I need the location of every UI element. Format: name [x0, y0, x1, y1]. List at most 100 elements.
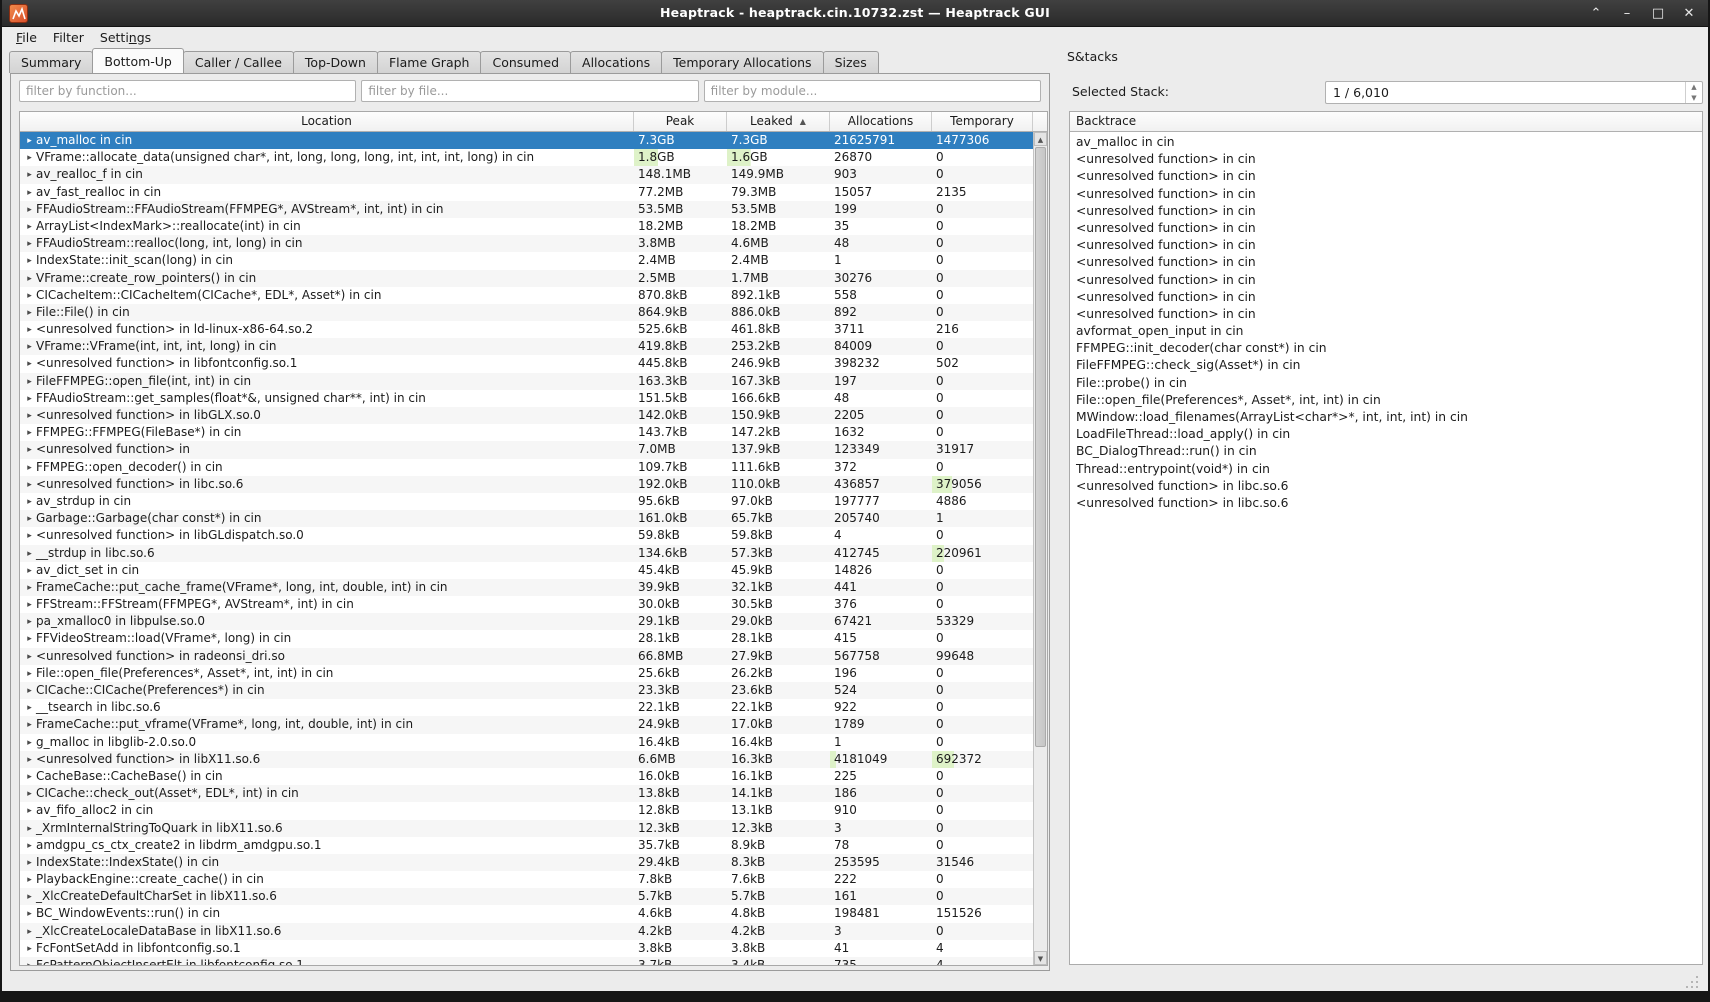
table-row[interactable]: ▸__strdup in libc.so.6134.6kB57.3kB41274…	[20, 545, 1033, 562]
table-row[interactable]: ▸<unresolved function> in libfontconfig.…	[20, 355, 1033, 372]
table-row[interactable]: ▸av_malloc in cin7.3GB7.3GB2162579114773…	[20, 132, 1033, 149]
table-row[interactable]: ▸FFMPEG::FFMPEG(FileBase*) in cin143.7kB…	[20, 424, 1033, 441]
column-header-leaked[interactable]: Leaked▲	[727, 112, 830, 131]
backtrace-frame[interactable]: <unresolved function> in cin	[1070, 272, 1702, 289]
expand-arrow-icon[interactable]: ▸	[23, 511, 36, 527]
table-row[interactable]: ▸Garbage::Garbage(char const*) in cin161…	[20, 510, 1033, 527]
table-row[interactable]: ▸<unresolved function> in libc.so.6192.0…	[20, 476, 1033, 493]
table-row[interactable]: ▸File::File() in cin864.9kB886.0kB8920	[20, 304, 1033, 321]
backtrace-frame[interactable]: <unresolved function> in cin	[1070, 254, 1702, 271]
backtrace-frame[interactable]: File::open_file(Preferences*, Asset*, in…	[1070, 392, 1702, 409]
table-row[interactable]: ▸VFrame::allocate_data(unsigned char*, i…	[20, 149, 1033, 166]
expand-arrow-icon[interactable]: ▸	[23, 580, 36, 596]
tab-top-down[interactable]: Top-Down	[293, 51, 378, 73]
table-row[interactable]: ▸FrameCache::put_cache_frame(VFrame*, lo…	[20, 579, 1033, 596]
table-row[interactable]: ▸_XlcCreateLocaleDataBase in libX11.so.6…	[20, 923, 1033, 940]
expand-arrow-icon[interactable]: ▸	[23, 185, 36, 201]
backtrace-frame[interactable]: <unresolved function> in cin	[1070, 237, 1702, 254]
tab-consumed[interactable]: Consumed	[480, 51, 571, 73]
expand-arrow-icon[interactable]: ▸	[23, 855, 36, 871]
minimize-button[interactable]: –	[1616, 4, 1638, 24]
backtrace-frame[interactable]: <unresolved function> in cin	[1070, 151, 1702, 168]
tab-summary[interactable]: Summary	[9, 51, 93, 73]
expand-arrow-icon[interactable]: ▸	[23, 752, 36, 768]
expand-arrow-icon[interactable]: ▸	[23, 717, 36, 733]
backtrace-frame[interactable]: <unresolved function> in cin	[1070, 220, 1702, 237]
expand-arrow-icon[interactable]: ▸	[23, 305, 36, 321]
expand-arrow-icon[interactable]: ▸	[23, 460, 36, 476]
table-row[interactable]: ▸<unresolved function> in libGLX.so.0142…	[20, 407, 1033, 424]
backtrace-frame[interactable]: <unresolved function> in libc.so.6	[1070, 478, 1702, 495]
table-row[interactable]: ▸av_fifo_alloc2 in cin12.8kB13.1kB9100	[20, 802, 1033, 819]
tab-allocations[interactable]: Allocations	[570, 51, 662, 73]
backtrace-frame[interactable]: File::probe() in cin	[1070, 375, 1702, 392]
expand-arrow-icon[interactable]: ▸	[23, 425, 36, 441]
table-vertical-scrollbar[interactable]: ▲ ▼	[1033, 132, 1047, 965]
backtrace-frame[interactable]: LoadFileThread::load_apply() in cin	[1070, 426, 1702, 443]
filter-file-input[interactable]	[361, 80, 698, 102]
expand-arrow-icon[interactable]: ▸	[23, 339, 36, 355]
table-row[interactable]: ▸pa_xmalloc0 in libpulse.so.029.1kB29.0k…	[20, 613, 1033, 630]
expand-arrow-icon[interactable]: ▸	[23, 442, 36, 458]
expand-arrow-icon[interactable]: ▸	[23, 477, 36, 493]
tab-temporary-allocations[interactable]: Temporary Allocations	[661, 51, 823, 73]
table-row[interactable]: ▸<unresolved function> in ld-linux-x86-6…	[20, 321, 1033, 338]
table-row[interactable]: ▸File::open_file(Preferences*, Asset*, i…	[20, 665, 1033, 682]
backtrace-frame[interactable]: FileFFMPEG::check_sig(Asset*) in cin	[1070, 357, 1702, 374]
scrollbar-thumb[interactable]	[1035, 147, 1046, 747]
expand-arrow-icon[interactable]: ▸	[23, 133, 36, 149]
table-row[interactable]: ▸av_strdup in cin95.6kB97.0kB1977774886	[20, 493, 1033, 510]
table-row[interactable]: ▸FFAudioStream::realloc(long, int, long)…	[20, 235, 1033, 252]
column-header-alloc[interactable]: Allocations	[830, 112, 932, 131]
table-row[interactable]: ▸__tsearch in libc.so.622.1kB22.1kB9220	[20, 699, 1033, 716]
spin-down-icon[interactable]: ▼	[1686, 93, 1702, 104]
expand-arrow-icon[interactable]: ▸	[23, 271, 36, 287]
expand-arrow-icon[interactable]: ▸	[23, 236, 36, 252]
backtrace-frame[interactable]: Thread::entrypoint(void*) in cin	[1070, 461, 1702, 478]
table-row[interactable]: ▸PlaybackEngine::create_cache() in cin7.…	[20, 871, 1033, 888]
maximize-button[interactable]: □	[1647, 4, 1669, 24]
column-header-loc[interactable]: Location	[20, 112, 634, 131]
expand-arrow-icon[interactable]: ▸	[23, 906, 36, 922]
expand-arrow-icon[interactable]: ▸	[23, 563, 36, 579]
table-row[interactable]: ▸<unresolved function> in radeonsi_dri.s…	[20, 648, 1033, 665]
tab-caller-callee[interactable]: Caller / Callee	[183, 51, 294, 73]
expand-arrow-icon[interactable]: ▸	[23, 941, 36, 957]
table-row[interactable]: ▸g_malloc in libglib-2.0.so.016.4kB16.4k…	[20, 734, 1033, 751]
backtrace-frame[interactable]: av_malloc in cin	[1070, 134, 1702, 151]
table-row[interactable]: ▸IndexState::IndexState() in cin29.4kB8.…	[20, 854, 1033, 871]
table-row[interactable]: ▸FFAudioStream::get_samples(float*&, uns…	[20, 390, 1033, 407]
menu-file[interactable]: File	[8, 28, 45, 47]
table-row[interactable]: ▸_XrmInternalStringToQuark in libX11.so.…	[20, 820, 1033, 837]
table-row[interactable]: ▸CICache::CICache(Preferences*) in cin23…	[20, 682, 1033, 699]
table-row[interactable]: ▸CICache::check_out(Asset*, EDL*, int) i…	[20, 785, 1033, 802]
expand-arrow-icon[interactable]: ▸	[23, 821, 36, 837]
backtrace-frame[interactable]: FFMPEG::init_decoder(char const*) in cin	[1070, 340, 1702, 357]
table-row[interactable]: ▸av_dict_set in cin45.4kB45.9kB148260	[20, 562, 1033, 579]
table-row[interactable]: ▸<unresolved function> in libGLdispatch.…	[20, 527, 1033, 544]
backtrace-frame[interactable]: <unresolved function> in cin	[1070, 289, 1702, 306]
expand-arrow-icon[interactable]: ▸	[23, 700, 36, 716]
selected-stack-spinbox[interactable]: 1 / 6,010 ▲ ▼	[1325, 81, 1703, 104]
table-row[interactable]: ▸FileFFMPEG::open_file(int, int) in cin1…	[20, 373, 1033, 390]
expand-arrow-icon[interactable]: ▸	[23, 356, 36, 372]
table-row[interactable]: ▸FFAudioStream::FFAudioStream(FFMPEG*, A…	[20, 201, 1033, 218]
backtrace-frame[interactable]: <unresolved function> in cin	[1070, 186, 1702, 203]
table-row[interactable]: ▸amdgpu_cs_ctx_create2 in libdrm_amdgpu.…	[20, 837, 1033, 854]
menu-settings[interactable]: Settings	[92, 28, 159, 47]
expand-arrow-icon[interactable]: ▸	[23, 666, 36, 682]
expand-arrow-icon[interactable]: ▸	[23, 374, 36, 390]
menu-filter[interactable]: Filter	[45, 28, 92, 47]
table-row[interactable]: ▸FFMPEG::open_decoder() in cin109.7kB111…	[20, 459, 1033, 476]
resize-grip[interactable]	[1684, 974, 1698, 988]
scroll-up-icon[interactable]: ▲	[1034, 132, 1047, 146]
expand-arrow-icon[interactable]: ▸	[23, 546, 36, 562]
expand-arrow-icon[interactable]: ▸	[23, 924, 36, 940]
close-button[interactable]: ✕	[1678, 4, 1700, 24]
expand-arrow-icon[interactable]: ▸	[23, 872, 36, 888]
backtrace-frame[interactable]: <unresolved function> in cin	[1070, 203, 1702, 220]
column-header-temp[interactable]: Temporary	[932, 112, 1033, 131]
expand-arrow-icon[interactable]: ▸	[23, 786, 36, 802]
backtrace-frame[interactable]: <unresolved function> in cin	[1070, 168, 1702, 185]
backtrace-frame[interactable]: MWindow::load_filenames(ArrayList<char*>…	[1070, 409, 1702, 426]
